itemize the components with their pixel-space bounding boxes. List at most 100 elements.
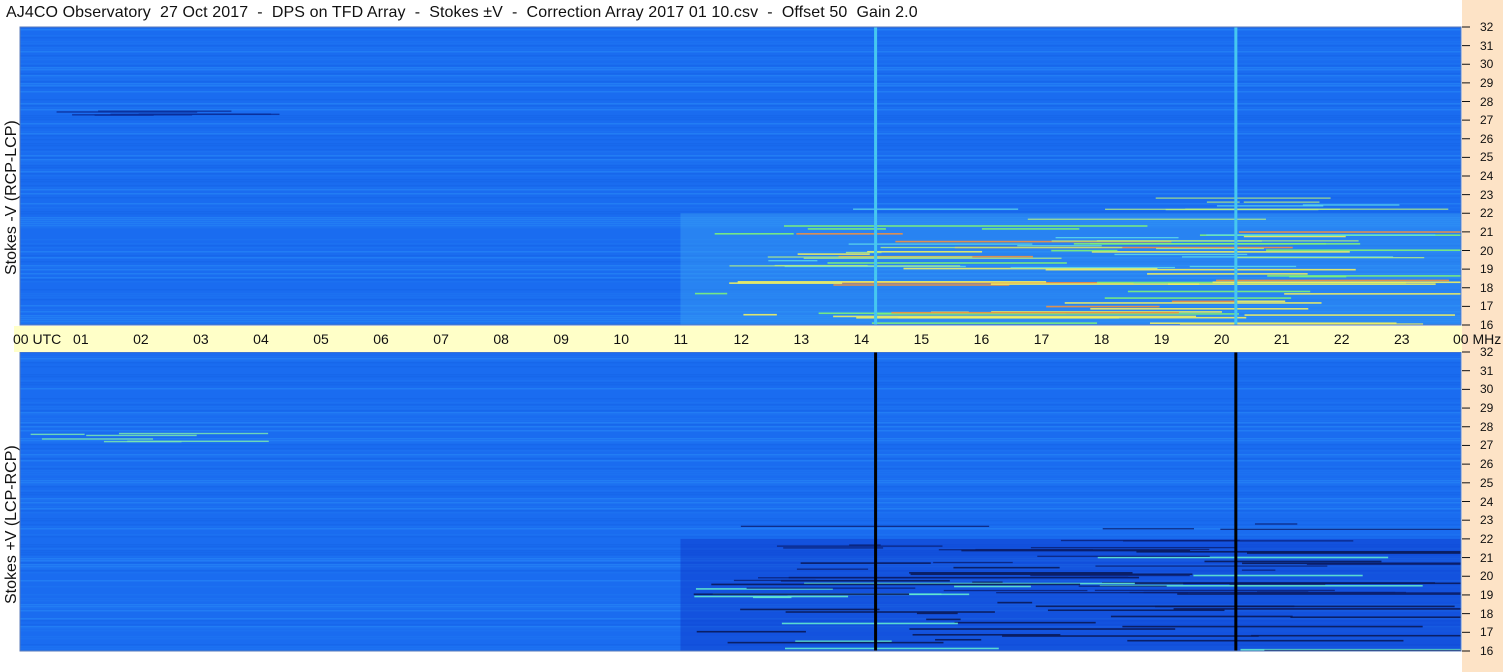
mid-streak-bottom — [1254, 523, 1298, 525]
texture-band-top — [20, 179, 1461, 181]
mhz-tick-label: 29 — [1480, 75, 1494, 90]
texture-band-top — [20, 163, 1461, 165]
texture-band-bottom — [20, 520, 1461, 522]
texture-band-bottom — [20, 480, 1461, 482]
texture-band-top — [20, 127, 1461, 129]
emission-streak-bottom — [800, 562, 931, 564]
emission-streak-top — [1267, 275, 1461, 277]
texture-band-top — [20, 207, 1461, 209]
mid-streak-top — [1236, 256, 1425, 259]
texture-band-bottom — [20, 424, 1461, 426]
emission-streak-top — [891, 311, 1179, 314]
texture-band-top — [20, 103, 1461, 105]
texture-band-bottom — [20, 414, 1461, 416]
texture-band-bottom — [20, 512, 1461, 514]
texture-band-top — [20, 47, 1461, 49]
mhz-tick-label: 18 — [1480, 606, 1494, 621]
emission-streak-bottom — [1110, 615, 1293, 618]
texture-band-top — [20, 57, 1461, 59]
texture-band-bottom — [20, 408, 1461, 410]
utc-tick-label: 14 — [853, 331, 870, 347]
mid-streak-bottom — [996, 592, 1188, 594]
texture-band-top — [20, 117, 1461, 119]
early-streak-bottom — [86, 434, 197, 437]
mid-streak-bottom — [796, 568, 869, 570]
emission-streak-bottom — [916, 612, 958, 615]
mid-streak-top — [1027, 218, 1266, 220]
emission-streak-top — [1212, 281, 1461, 284]
mhz-tick-label: 26 — [1480, 457, 1494, 472]
texture-band-top — [20, 55, 1461, 57]
mhz-tick-label: 27 — [1480, 113, 1494, 128]
emission-streak-top — [714, 232, 794, 235]
utc-tick-label: 01 — [73, 331, 89, 347]
texture-band-bottom — [20, 502, 1461, 504]
mhz-tick-label: 25 — [1480, 150, 1494, 165]
emission-streak-top — [1127, 290, 1311, 293]
mid-streak-top — [803, 257, 1062, 259]
texture-band-top — [20, 37, 1461, 39]
emission-streak-bottom — [909, 572, 1133, 574]
texture-band-bottom — [20, 420, 1461, 422]
utc-tick-label: 16 — [973, 331, 990, 347]
utc-tick-label: 04 — [253, 331, 269, 347]
emission-streak-bottom — [1251, 634, 1461, 637]
texture-band-top — [20, 119, 1461, 121]
mid-streak-bottom — [1306, 563, 1461, 566]
mid-streak-top — [768, 260, 818, 262]
texture-band-top — [20, 211, 1461, 213]
mhz-tick-label: 21 — [1480, 550, 1494, 565]
texture-band-top — [20, 75, 1461, 77]
emission-streak-bottom — [1035, 605, 1295, 608]
mid-streak-top — [1189, 265, 1297, 268]
texture-band-top — [20, 105, 1461, 107]
mhz-tick-label: 17 — [1480, 625, 1494, 640]
texture-band-top — [20, 123, 1461, 125]
texture-band-bottom — [20, 450, 1461, 452]
texture-band-bottom — [20, 358, 1461, 360]
texture-band-bottom — [20, 410, 1461, 412]
emission-streak-top — [1045, 268, 1356, 271]
utc-tick-label: 00 MHz — [1453, 331, 1502, 347]
texture-band-bottom — [20, 412, 1461, 414]
texture-band-top — [20, 155, 1461, 157]
texture-band-top — [20, 149, 1461, 151]
mid-streak-bottom — [1030, 546, 1236, 549]
mid-streak-bottom — [938, 549, 1093, 551]
texture-band-top — [20, 29, 1461, 31]
noise-line-bottom — [1234, 352, 1238, 651]
texture-band-bottom — [20, 460, 1461, 462]
emission-streak-bottom — [1122, 625, 1423, 628]
utc-tick-label: 02 — [133, 331, 149, 347]
texture-band-top — [20, 131, 1461, 133]
mid-streak-bottom — [1095, 565, 1328, 567]
texture-band-top — [20, 171, 1461, 173]
emission-streak-bottom — [696, 630, 806, 633]
emission-streak-top — [833, 284, 1010, 286]
emission-streak-bottom — [926, 618, 961, 621]
mid-streak-top — [853, 208, 1019, 210]
texture-band-bottom — [20, 438, 1461, 440]
mid-streak-top — [1216, 205, 1324, 207]
emission-streak-bottom — [1173, 608, 1461, 610]
emission-streak-bottom — [1134, 582, 1461, 585]
emission-streak-top — [743, 313, 777, 316]
texture-band-bottom — [20, 426, 1461, 428]
mhz-tick-label: 32 — [1480, 20, 1494, 34]
utc-tick-label: 20 — [1213, 331, 1230, 347]
utc-tick-label: 23 — [1393, 331, 1410, 347]
utc-tick-label: 09 — [553, 331, 569, 347]
texture-band-top — [20, 79, 1461, 81]
texture-band-top — [20, 45, 1461, 47]
texture-band-top — [20, 185, 1461, 187]
mid-streak-top — [1017, 245, 1102, 247]
texture-band-bottom — [20, 508, 1461, 510]
emission-streak-bottom — [740, 608, 880, 611]
y-axis-label-top: Stokes -V (RCP-LCP) — [3, 120, 20, 275]
emission-streak-bottom — [711, 583, 1081, 586]
mhz-tick-label: 30 — [1480, 382, 1494, 397]
mid-streak-bottom — [1102, 528, 1194, 530]
mhz-tick-label: 28 — [1480, 419, 1494, 434]
texture-band-top — [20, 157, 1461, 159]
texture-band-bottom — [20, 478, 1461, 480]
